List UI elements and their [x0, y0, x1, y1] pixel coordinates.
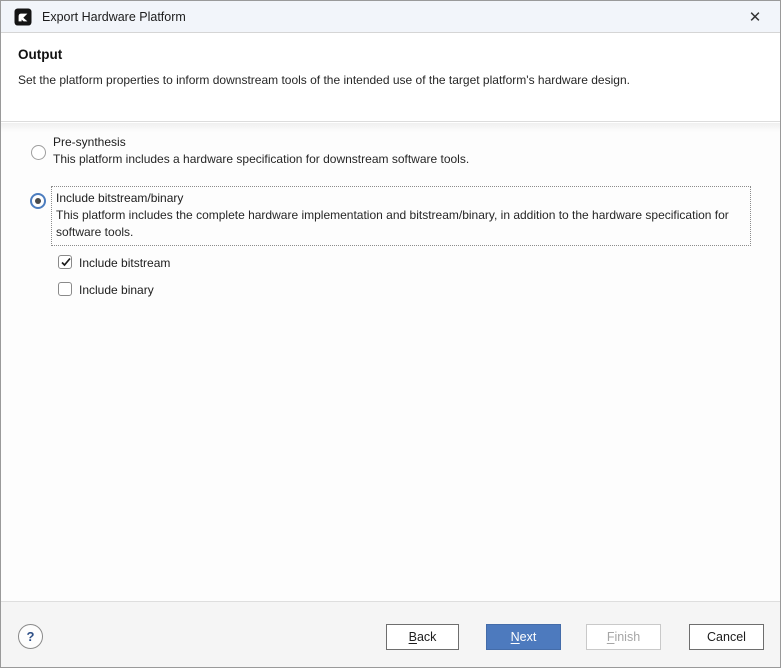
wizard-content: Pre-synthesis This platform includes a h…	[1, 123, 780, 601]
checkbox-checked-icon[interactable]	[58, 255, 72, 269]
option-label: Include bitstream/binary	[56, 190, 743, 207]
vivado-logo-icon	[14, 8, 32, 26]
checkbox-label: Include binary	[79, 282, 154, 298]
page-description: Set the platform properties to inform do…	[18, 73, 762, 87]
cancel-button[interactable]: Cancel	[689, 624, 764, 650]
finish-button-disabled: Finish	[586, 624, 661, 650]
wizard-footer: ? Back Next Finish Cancel	[1, 601, 780, 668]
export-hardware-platform-dialog: Export Hardware Platform ✕ Output Set th…	[0, 0, 781, 668]
radio-unselected-icon[interactable]	[31, 145, 46, 160]
option-description: This platform includes a hardware specif…	[53, 151, 693, 168]
title-bar: Export Hardware Platform ✕	[1, 1, 780, 33]
page-title: Output	[18, 47, 762, 62]
checkbox-unchecked-icon[interactable]	[58, 282, 72, 296]
close-button[interactable]: ✕	[743, 6, 767, 28]
window-title: Export Hardware Platform	[42, 10, 186, 24]
option-description: This platform includes the complete hard…	[56, 207, 743, 241]
option-label: Pre-synthesis	[53, 134, 693, 151]
focused-option-box[interactable]: Include bitstream/binary This platform i…	[51, 186, 751, 246]
next-button[interactable]: Next	[486, 624, 561, 650]
help-button[interactable]: ?	[18, 624, 43, 649]
checkbox-label: Include bitstream	[79, 255, 170, 271]
option-text: Pre-synthesis This platform includes a h…	[53, 134, 693, 168]
radio-selected-icon[interactable]	[30, 193, 46, 209]
back-button[interactable]: Back	[386, 624, 459, 650]
wizard-header: Output Set the platform properties to in…	[1, 33, 780, 122]
checkmark-icon	[60, 256, 72, 268]
